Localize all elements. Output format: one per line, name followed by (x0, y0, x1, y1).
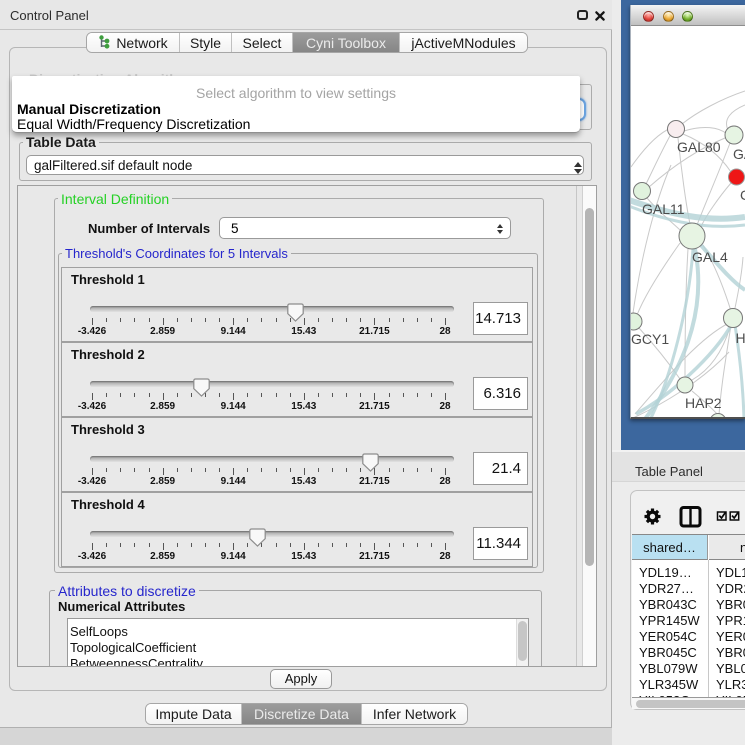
svg-text:GA: GA (733, 146, 745, 162)
svg-text:GAL11: GAL11 (642, 201, 685, 217)
svg-text:HAP2: HAP2 (685, 395, 722, 411)
svg-text:H: H (736, 330, 745, 346)
svg-text:C: C (740, 187, 745, 203)
svg-text:GAL80: GAL80 (677, 139, 721, 155)
svg-text:GCY1: GCY1 (631, 331, 669, 347)
svg-text:GAL4: GAL4 (692, 249, 728, 265)
